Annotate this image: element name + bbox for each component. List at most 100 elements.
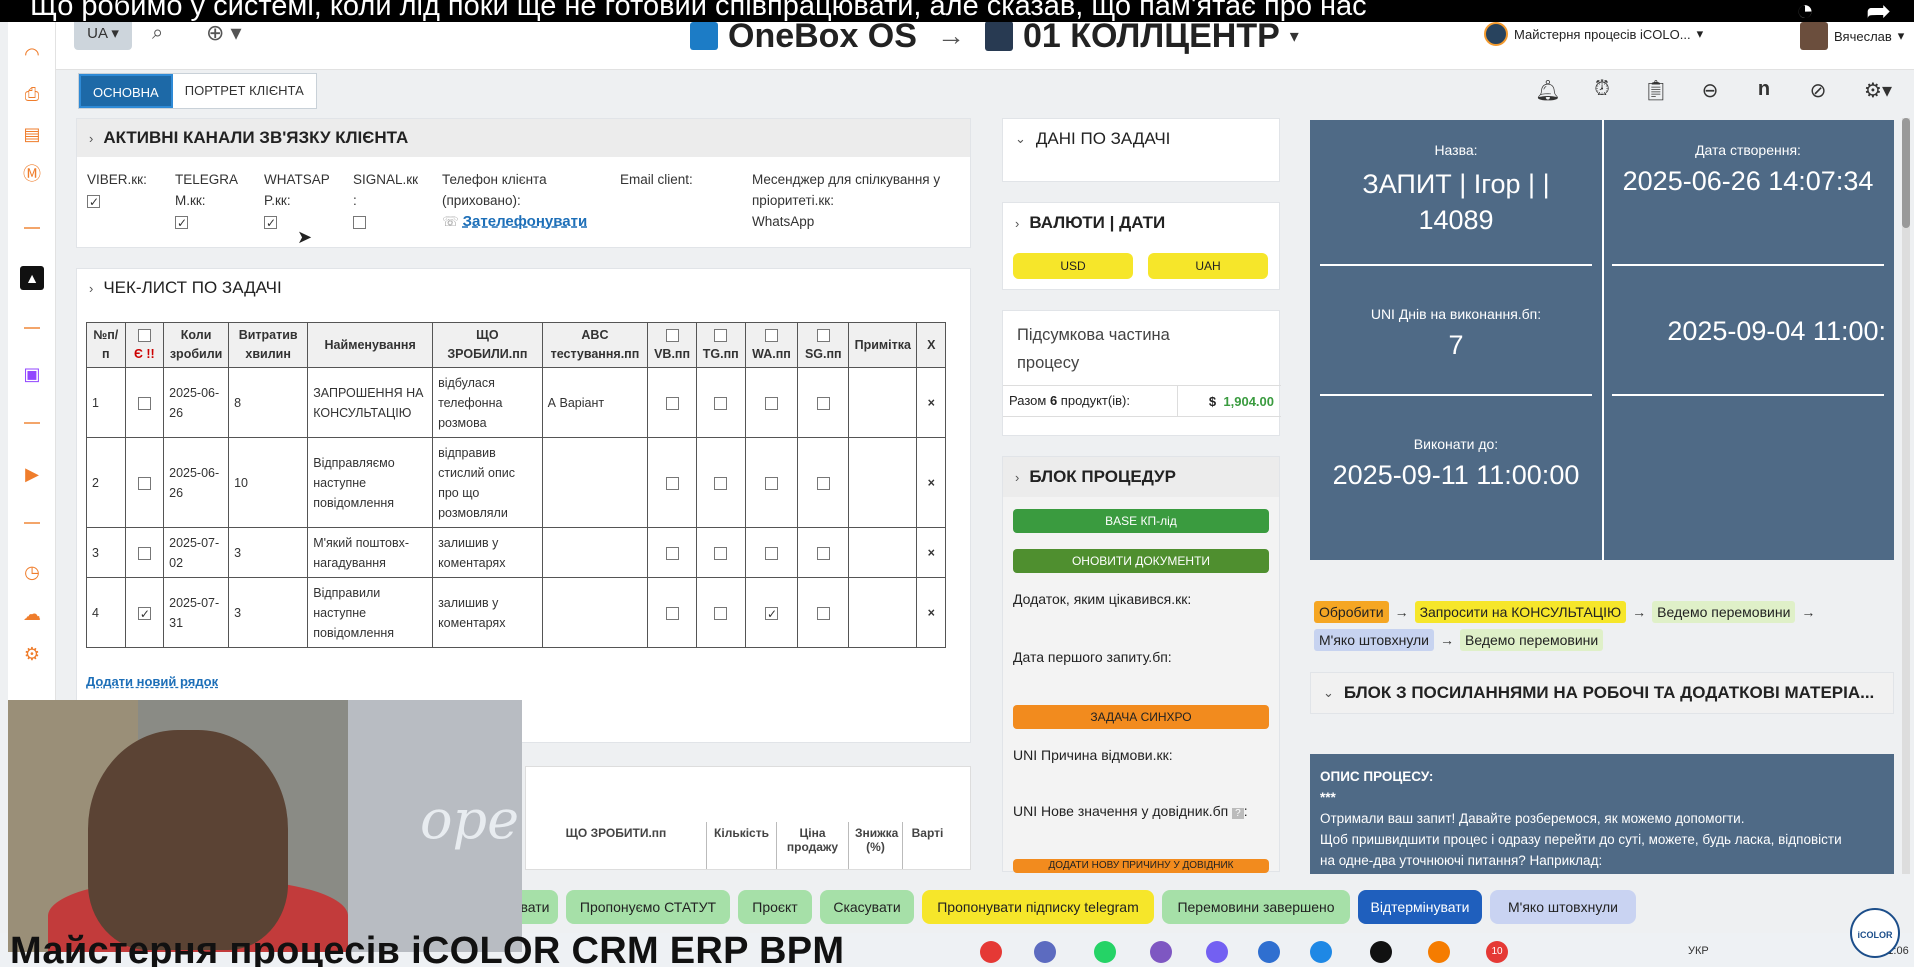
row-vb-checkbox[interactable] <box>665 396 679 410</box>
row-wa-checkbox[interactable] <box>765 604 778 624</box>
action-button[interactable]: М'яко штовхнули <box>1490 890 1636 924</box>
row-sg-checkbox[interactable] <box>816 476 830 490</box>
wa-all-checkbox[interactable] <box>765 329 778 343</box>
arrow-circle-icon[interactable]: ⊘ <box>1802 78 1834 103</box>
whatsapp-icon[interactable] <box>1094 941 1116 963</box>
tab-main[interactable]: ОСНОВНА <box>79 74 173 108</box>
row-checkbox[interactable] <box>137 546 151 560</box>
sync-task-button[interactable]: ЗАДАЧА СИНХРО <box>1013 705 1269 729</box>
app-icon[interactable]: ▲ <box>20 266 44 290</box>
signal-checkbox[interactable] <box>353 215 366 229</box>
tg-all-checkbox[interactable] <box>714 329 728 343</box>
tab-client-portrait[interactable]: ПОРТРЕТ КЛІЄНТА <box>173 74 316 108</box>
n-icon[interactable]: n <box>1748 78 1780 103</box>
printer-icon[interactable]: ⎙ <box>20 82 44 106</box>
email-field: Email client: <box>620 169 693 190</box>
scrollbar-thumb[interactable] <box>1902 118 1910 228</box>
usd-button[interactable]: USD <box>1013 253 1133 279</box>
delete-row-icon[interactable]: × <box>916 577 946 648</box>
search-icon[interactable]: ⌕ <box>152 22 163 45</box>
row-sg-checkbox[interactable] <box>816 396 830 410</box>
row-wa-checkbox[interactable] <box>765 396 778 410</box>
page-scrollbar[interactable] <box>1902 118 1910 874</box>
row-wa-checkbox[interactable] <box>765 546 778 560</box>
action-button[interactable]: Перемовини завершено <box>1162 890 1350 924</box>
select-all-checkbox[interactable] <box>137 329 151 343</box>
dashboard-icon[interactable]: ◠ <box>20 42 44 66</box>
app-icon[interactable] <box>1310 941 1332 963</box>
input-language[interactable]: УКР <box>1688 945 1709 957</box>
cloud-icon[interactable]: ☁ <box>20 602 44 626</box>
links-block-header[interactable]: ⌄ БЛОК З ПОСИЛАННЯМИ НА РОБОЧІ ТА ДОДАТКО… <box>1310 672 1894 714</box>
row-sg-checkbox[interactable] <box>816 606 830 620</box>
procedures-header[interactable]: › БЛОК ПРОЦЕДУР <box>1003 457 1279 497</box>
chrome-icon[interactable] <box>980 941 1002 963</box>
settings-icon[interactable]: ⚙ <box>20 642 44 666</box>
action-button[interactable]: Відтермінувати <box>1358 890 1482 924</box>
vb-all-checkbox[interactable] <box>665 329 679 343</box>
chevron-down-icon[interactable]: ▾ <box>1290 26 1299 47</box>
viber-icon[interactable] <box>1206 941 1228 963</box>
row-checkbox[interactable] <box>137 604 151 624</box>
sg-all-checkbox[interactable] <box>816 329 830 343</box>
delete-row-icon[interactable]: × <box>916 367 946 438</box>
gear-icon[interactable]: ⚙▾ <box>1856 78 1900 103</box>
flow-step[interactable]: М'яко штовхнули <box>1314 629 1434 651</box>
flow-step[interactable]: Ведемо перемовини <box>1460 629 1604 651</box>
twitch-icon[interactable]: ▣ <box>20 362 44 386</box>
action-button[interactable]: Пропонувати підписку telegram <box>922 890 1154 924</box>
row-checkbox[interactable] <box>137 396 151 410</box>
row-vb-checkbox[interactable] <box>665 476 679 490</box>
row-wa-checkbox[interactable] <box>765 476 778 490</box>
action-button[interactable]: Скасувати <box>820 890 914 924</box>
viber-checkbox[interactable] <box>87 192 100 213</box>
play-icon[interactable]: ▶ <box>20 462 44 486</box>
telegram-checkbox[interactable] <box>175 213 188 234</box>
delete-row-icon[interactable]: × <box>916 437 946 528</box>
clipboard-icon[interactable]: 📋︎ <box>1640 78 1672 103</box>
row-vb-checkbox[interactable] <box>665 546 679 560</box>
base-kp-button[interactable]: BASE КП-лід <box>1013 509 1269 533</box>
add-row-link[interactable]: Додати новий рядок <box>86 674 218 689</box>
process-flow: Обробити → Запросити на КОНСУЛЬТАЦІЮ → Ведем… <box>1314 598 1894 654</box>
add-reason-button[interactable]: ДОДАТИ НОВУ ПРИЧИНУ У ДОВІДНИК <box>1013 859 1269 873</box>
delete-row-icon[interactable]: × <box>916 527 946 578</box>
add-icon[interactable]: ⊕ ▾ <box>206 20 242 46</box>
row-tg-checkbox[interactable] <box>714 396 728 410</box>
flow-step[interactable]: Запросити на КОНСУЛЬТАЦІЮ <box>1414 601 1627 623</box>
row-tg-checkbox[interactable] <box>714 476 728 490</box>
language-select[interactable]: UA ▾ <box>74 22 132 50</box>
flow-step[interactable]: Обробити <box>1314 601 1389 623</box>
mail-icon[interactable]: Ⓜ <box>20 162 44 186</box>
currency-header[interactable]: › ВАЛЮТИ | ДАТИ <box>1003 203 1279 243</box>
action-button[interactable]: Проєкт <box>738 890 812 924</box>
row-checkbox[interactable] <box>137 476 151 490</box>
card-icon[interactable]: ▤ <box>20 122 44 146</box>
alarm-icon[interactable]: ⏰︎ <box>1586 78 1618 103</box>
row-vb-checkbox[interactable] <box>665 606 679 620</box>
action-button[interactable]: Пропонуємо СТАТУТ <box>566 890 730 924</box>
active-channels-header[interactable]: › АКТИВНІ КАНАЛИ ЗВ'ЯЗКУ КЛІЄНТА <box>77 119 970 157</box>
checklist-header[interactable]: › ЧЕК-ЛИСТ ПО ЗАДАЧІ <box>77 269 970 307</box>
app-icon[interactable] <box>1258 941 1280 963</box>
row-tg-checkbox[interactable] <box>714 546 728 560</box>
task-data-header[interactable]: ⌄ ДАНІ ПО ЗАДАЧІ <box>1003 119 1279 159</box>
minus-circle-icon[interactable]: ⊖ <box>1694 78 1726 103</box>
company-switcher[interactable]: Майстерня процесів iCOLO... ▾ <box>1484 22 1703 46</box>
notification-badge[interactable]: 10 <box>1486 941 1508 963</box>
help-icon[interactable]: ? <box>1232 808 1244 819</box>
app-icon[interactable] <box>1370 941 1392 963</box>
app-icon[interactable] <box>1428 941 1450 963</box>
app-icon[interactable] <box>1034 941 1056 963</box>
app-icon[interactable] <box>1150 941 1172 963</box>
update-docs-button[interactable]: ОНОВИТИ ДОКУМЕНТИ <box>1013 549 1269 573</box>
flow-step[interactable]: Ведемо перемовини <box>1652 601 1796 623</box>
row-sg-checkbox[interactable] <box>816 546 830 560</box>
row-tg-checkbox[interactable] <box>714 606 728 620</box>
clock-icon[interactable]: ◷ <box>20 560 44 584</box>
uah-button[interactable]: UAH <box>1148 253 1268 279</box>
bell-icon[interactable]: 🔔︎ <box>1532 78 1564 103</box>
currency-title: ВАЛЮТИ | ДАТИ <box>1029 213 1166 232</box>
call-link[interactable]: Зателефонувати <box>463 213 588 230</box>
whatsapp-checkbox[interactable] <box>264 213 277 234</box>
